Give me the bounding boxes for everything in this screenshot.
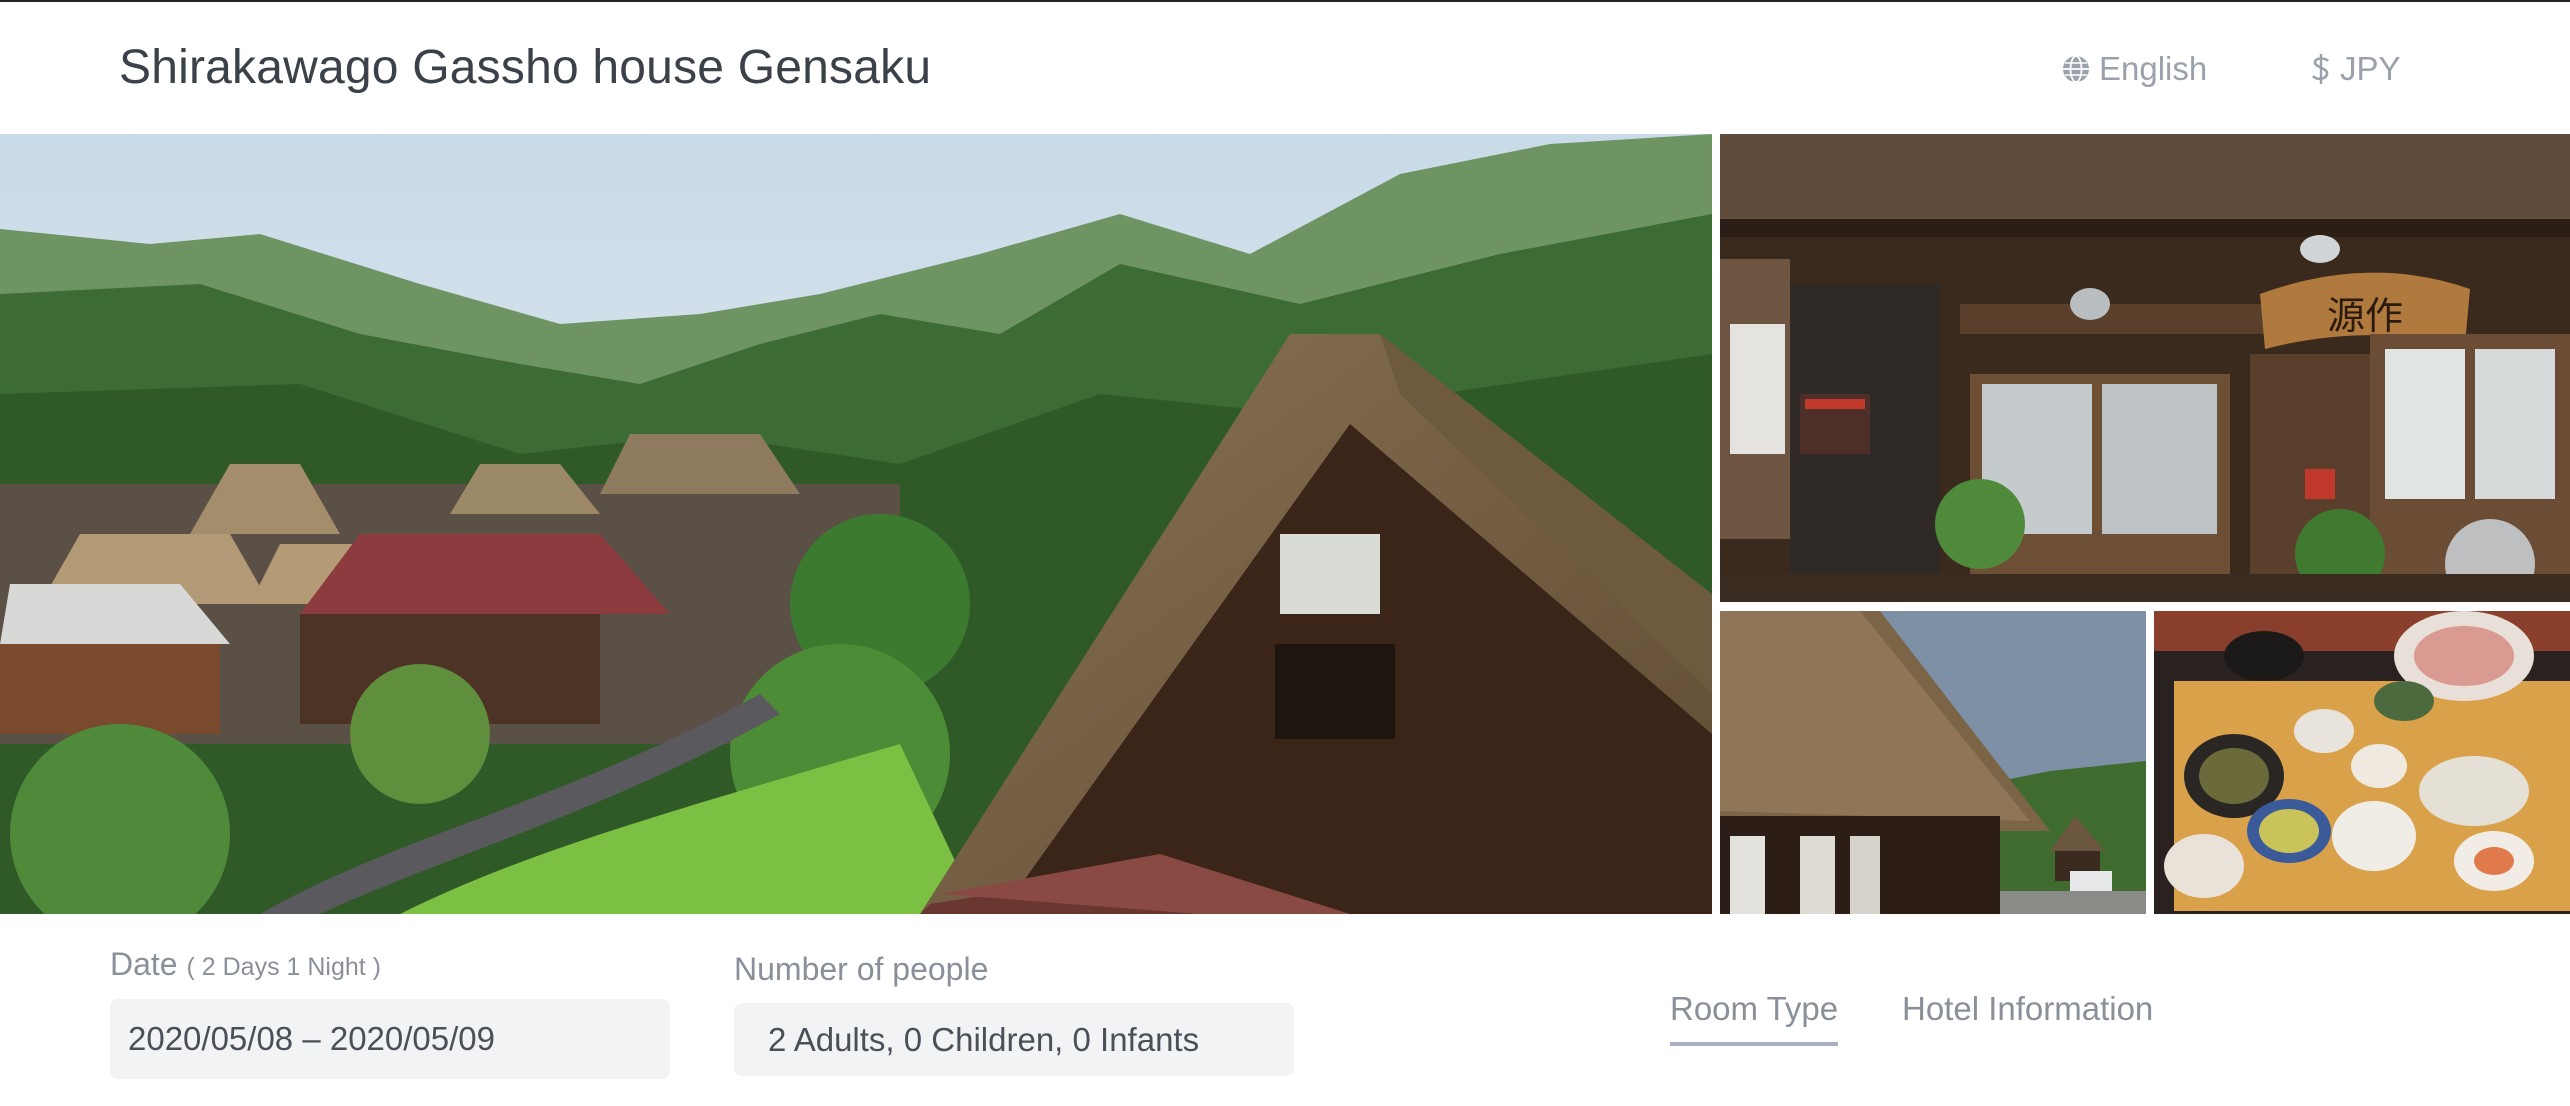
currency-selector[interactable]: JPY: [2310, 50, 2401, 88]
date-label: Date ( 2 Days 1 Night ): [110, 946, 381, 983]
dollar-icon: [2310, 52, 2332, 86]
village-overview-photo[interactable]: [0, 134, 1712, 914]
globe-icon: [2061, 54, 2091, 84]
language-selector[interactable]: English: [2061, 50, 2207, 88]
page-header: Shirakawago Gassho house Gensaku English…: [0, 2, 2570, 134]
thatched-roof-photo[interactable]: [1720, 611, 2146, 914]
house-entrance-photo[interactable]: 源作: [1720, 134, 2570, 602]
meal-photo[interactable]: [2154, 611, 2570, 914]
sign-text: 源作: [2327, 294, 2403, 338]
currency-label: JPY: [2340, 50, 2401, 87]
date-range-field[interactable]: 2020/05/08 – 2020/05/09: [110, 999, 670, 1079]
tab-room-type[interactable]: Room Type: [1670, 990, 1839, 1046]
people-label: Number of people: [734, 951, 989, 987]
hotel-title: Shirakawago Gassho house Gensaku: [119, 41, 932, 94]
photo-gallery: 源作: [0, 134, 2570, 914]
people-field[interactable]: 2 Adults, 0 Children, 0 Infants: [734, 1003, 1294, 1076]
nights-summary: ( 2 Days 1 Night ): [186, 953, 381, 981]
date-label-text: Date: [110, 946, 178, 982]
tab-hotel-information[interactable]: Hotel Information: [1902, 990, 2153, 1042]
language-label: English: [2099, 50, 2208, 87]
